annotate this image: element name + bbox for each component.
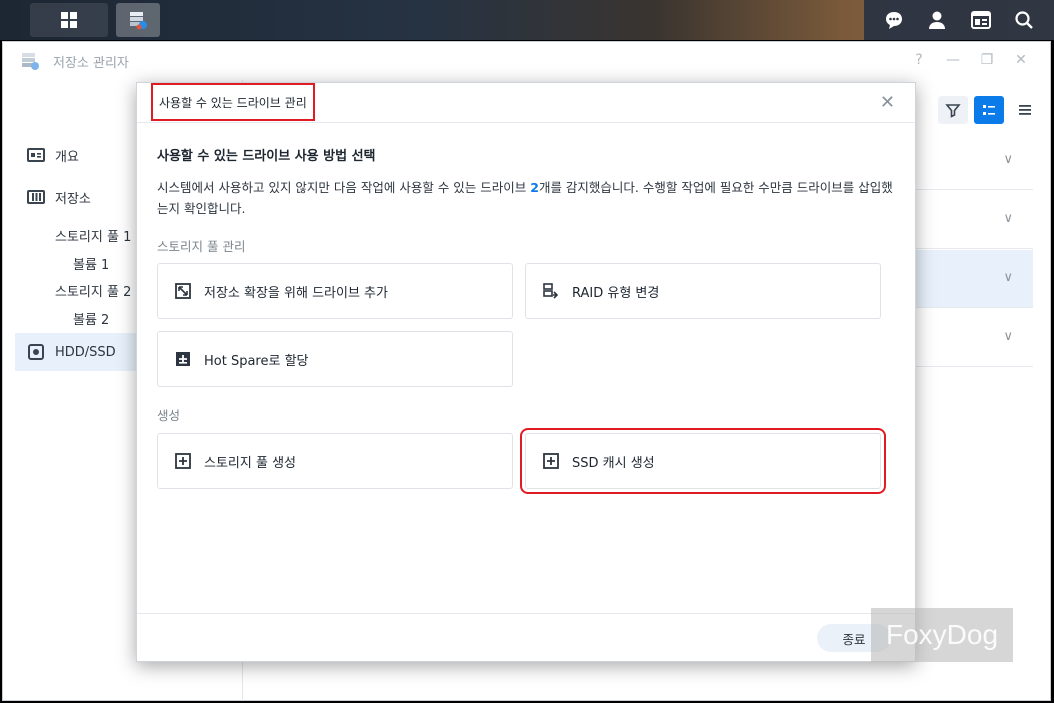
help-button[interactable]: ? [910, 52, 928, 68]
dialog-heading: 사용할 수 있는 드라이브 사용 방법 선택 [157, 149, 376, 164]
chevron-down-icon[interactable]: ∨ [1003, 152, 1013, 167]
minimize-button[interactable]: — [944, 52, 962, 68]
storage-manager-icon [130, 12, 147, 30]
list-detail-icon [983, 105, 995, 115]
user-icon[interactable] [924, 7, 950, 33]
storage-manager-taskbar-button[interactable] [116, 3, 160, 37]
main-menu-button[interactable] [30, 3, 108, 37]
sidebar-item-volume-1[interactable]: 볼륨 1 [73, 254, 109, 273]
overview-icon [27, 148, 45, 162]
plus-box-icon [542, 452, 560, 470]
dialog-header: 사용할 수 있는 드라이브 관리 ✕ [137, 83, 915, 123]
create-storage-pool-card[interactable]: 스토리지 풀 생성 [157, 433, 513, 489]
widgets-icon[interactable] [968, 7, 994, 33]
plus-box-icon [174, 452, 192, 470]
chevron-down-icon[interactable]: ∨ [1003, 211, 1013, 226]
sidebar-item-pool-1[interactable]: 스토리지 풀 1 [55, 226, 131, 245]
desktop-taskbar [0, 0, 1054, 40]
filter-icon [945, 104, 961, 118]
raid-icon [542, 282, 560, 300]
close-icon[interactable]: ✕ [880, 92, 895, 113]
search-icon[interactable] [1011, 7, 1037, 33]
close-window-button[interactable]: ✕ [1012, 52, 1030, 68]
chevron-down-icon[interactable]: ∨ [1003, 329, 1013, 344]
storage-icon [27, 190, 45, 204]
chat-icon[interactable] [881, 7, 907, 33]
card-label: RAID 유형 변경 [572, 285, 660, 301]
description-text: 시스템에서 사용하고 있지 않지만 다음 작업에 사용할 수 있는 드라이브 [157, 180, 531, 195]
expand-icon [174, 282, 192, 300]
list-icon [1019, 105, 1031, 115]
hdd-icon [28, 344, 44, 360]
restore-button[interactable]: ❐ [978, 52, 996, 68]
sidebar-item-label: 개요 [55, 149, 79, 165]
section-pool-management: 스토리지 풀 관리 [157, 239, 246, 254]
window-titlebar: 저장소 관리자 [3, 42, 1050, 80]
card-label: 저장소 확장을 위해 드라이브 추가 [204, 285, 388, 301]
sidebar-item-volume-2[interactable]: 볼륨 2 [73, 309, 109, 328]
create-ssd-cache-card[interactable]: SSD 캐시 생성 [520, 428, 886, 494]
storage-manager-app-icon [22, 53, 39, 70]
list-view-button[interactable] [1010, 96, 1040, 124]
raid-change-card[interactable]: RAID 유형 변경 [525, 263, 881, 319]
section-create: 생성 [157, 408, 181, 423]
drive-count: 2 [530, 180, 539, 195]
detail-view-button[interactable] [974, 96, 1004, 124]
apps-grid-icon [61, 12, 77, 28]
hot-spare-card[interactable]: Hot Spare로 할당 [157, 331, 513, 387]
window-title: 저장소 관리자 [53, 55, 129, 71]
dialog-footer: 종료 [137, 613, 915, 661]
add-drive-card[interactable]: 저장소 확장을 위해 드라이브 추가 [157, 263, 513, 319]
dialog-description: 시스템에서 사용하고 있지 않지만 다음 작업에 사용할 수 있는 드라이브 2… [157, 177, 897, 219]
taskbar-tray [864, 0, 1054, 40]
view-toolbar [938, 96, 1040, 124]
sidebar-item-label: HDD/SSD [55, 344, 116, 360]
window-controls: ? — ❐ ✕ [910, 52, 1030, 68]
filter-button[interactable] [938, 96, 968, 124]
sidebar-item-pool-2[interactable]: 스토리지 풀 2 [55, 281, 131, 300]
dialog-title: 사용할 수 있는 드라이브 관리 [151, 83, 315, 121]
card-label: SSD 캐시 생성 [572, 455, 655, 471]
manage-available-drives-dialog: 사용할 수 있는 드라이브 관리 ✕ 사용할 수 있는 드라이브 사용 방법 선… [136, 82, 916, 662]
chevron-down-icon[interactable]: ∨ [1003, 270, 1013, 285]
watermark: FoxyDog [871, 608, 1013, 662]
card-label: Hot Spare로 할당 [204, 353, 309, 369]
sidebar-item-label: 저장소 [55, 191, 91, 207]
hot-spare-icon [174, 350, 192, 368]
card-label: 스토리지 풀 생성 [204, 455, 296, 471]
